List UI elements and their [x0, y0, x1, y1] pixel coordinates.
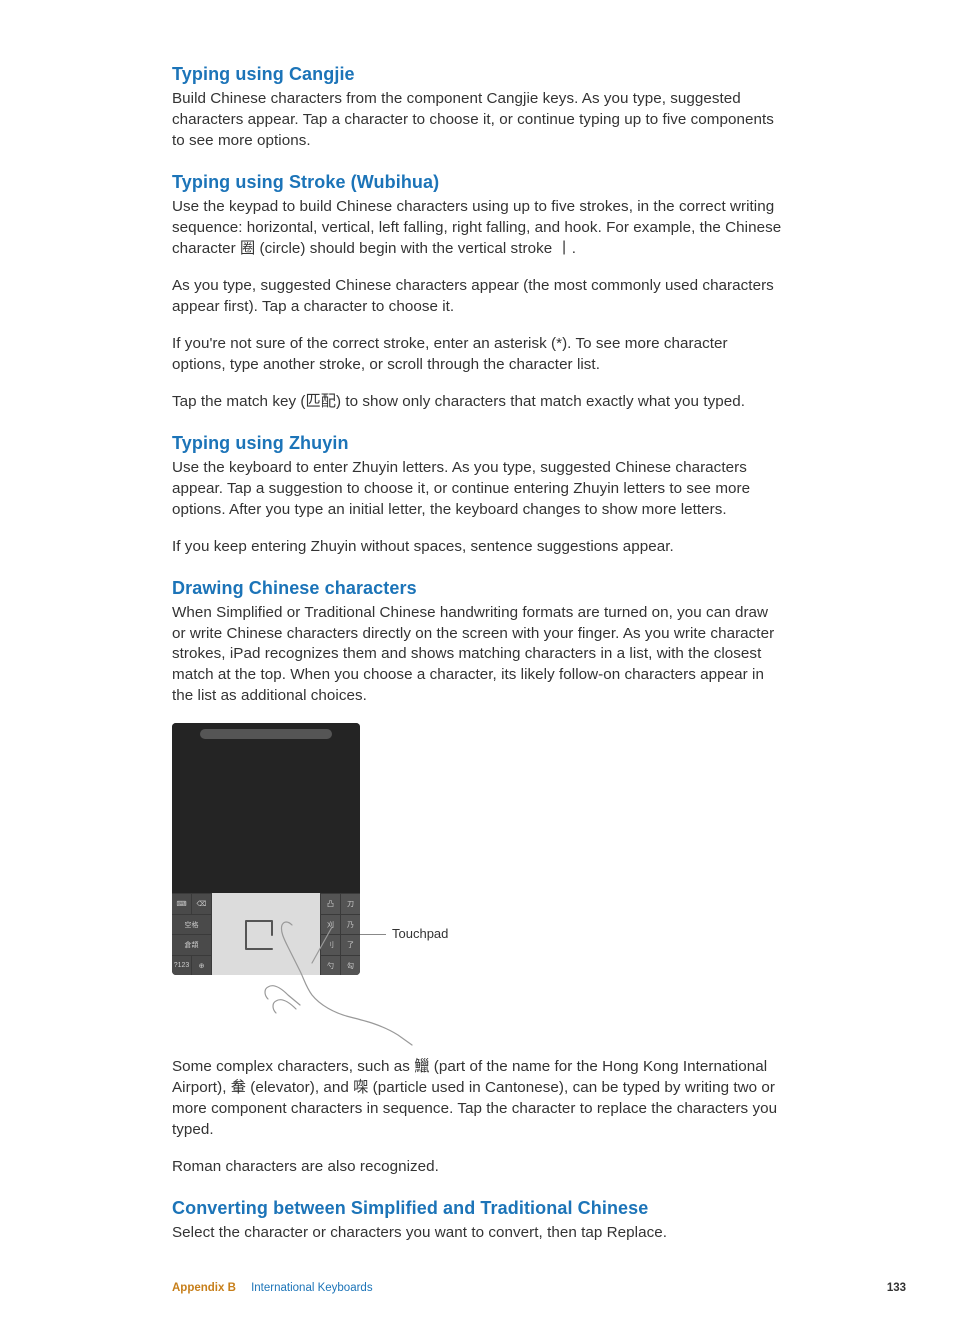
para-stroke-3: If you're not sure of the correct stroke… — [172, 334, 782, 376]
para-stroke-2: As you type, suggested Chinese character… — [172, 276, 782, 318]
figure-handwriting: ⌨⌫ 空格 倉頡 ?123⊕ 凸刀 刈乃 刂了 勺勾 To — [172, 723, 392, 1033]
para-drawing-3: Roman characters are also recognized. — [172, 1157, 782, 1178]
key: ⊕ — [192, 956, 212, 976]
para-stroke-4: Tap the match key (匹配) to show only char… — [172, 392, 782, 413]
heading-stroke: Typing using Stroke (Wubihua) — [172, 172, 782, 193]
footer-page-number: 133 — [887, 1282, 906, 1294]
keypad-right: 凸刀 刈乃 刂了 勺勾 — [320, 893, 360, 975]
para-zhuyin-1: Use the keyboard to enter Zhuyin letters… — [172, 458, 782, 521]
para-stroke-1: Use the keypad to build Chinese characte… — [172, 197, 782, 260]
footer-title: International Keyboards — [251, 1282, 372, 1294]
device-screenshot: ⌨⌫ 空格 倉頡 ?123⊕ 凸刀 刈乃 刂了 勺勾 — [172, 723, 360, 975]
drawn-stroke-icon — [240, 911, 284, 955]
key: 刈 — [320, 915, 340, 935]
key: 勾 — [340, 956, 360, 976]
key: ?123 — [172, 956, 192, 976]
key: 刀 — [340, 894, 360, 914]
para-drawing-1: When Simplified or Traditional Chinese h… — [172, 603, 782, 708]
device-searchbar — [200, 729, 332, 739]
keypad-left: ⌨⌫ 空格 倉頡 ?123⊕ — [172, 893, 212, 975]
heading-drawing: Drawing Chinese characters — [172, 578, 782, 599]
device-content-area — [172, 723, 360, 893]
key: ⌨ — [172, 894, 192, 914]
heading-converting: Converting between Simplified and Tradit… — [172, 1198, 782, 1219]
key: 勺 — [320, 956, 340, 976]
callout-touchpad-label: Touchpad — [392, 926, 448, 941]
callout-line — [360, 934, 386, 935]
key: 凸 — [320, 894, 340, 914]
para-drawing-2: Some complex characters, such as 鱲 (part… — [172, 1057, 782, 1141]
page-footer: Appendix B International Keyboards 133 — [172, 1282, 906, 1294]
para-converting-1: Select the character or characters you w… — [172, 1223, 782, 1244]
footer-appendix: Appendix B — [172, 1282, 236, 1294]
touchpad-area — [212, 893, 320, 975]
heading-cangjie: Typing using Cangjie — [172, 64, 782, 85]
para-cangjie-1: Build Chinese characters from the compon… — [172, 89, 782, 152]
key: 乃 — [340, 915, 360, 935]
key: 了 — [340, 935, 360, 955]
device-keyboard: ⌨⌫ 空格 倉頡 ?123⊕ 凸刀 刈乃 刂了 勺勾 — [172, 893, 360, 975]
heading-zhuyin: Typing using Zhuyin — [172, 433, 782, 454]
key: ⌫ — [192, 894, 212, 914]
para-zhuyin-2: If you keep entering Zhuyin without spac… — [172, 537, 782, 558]
key: 空格 — [172, 915, 212, 935]
key: 倉頡 — [172, 935, 212, 955]
key: 刂 — [320, 935, 340, 955]
